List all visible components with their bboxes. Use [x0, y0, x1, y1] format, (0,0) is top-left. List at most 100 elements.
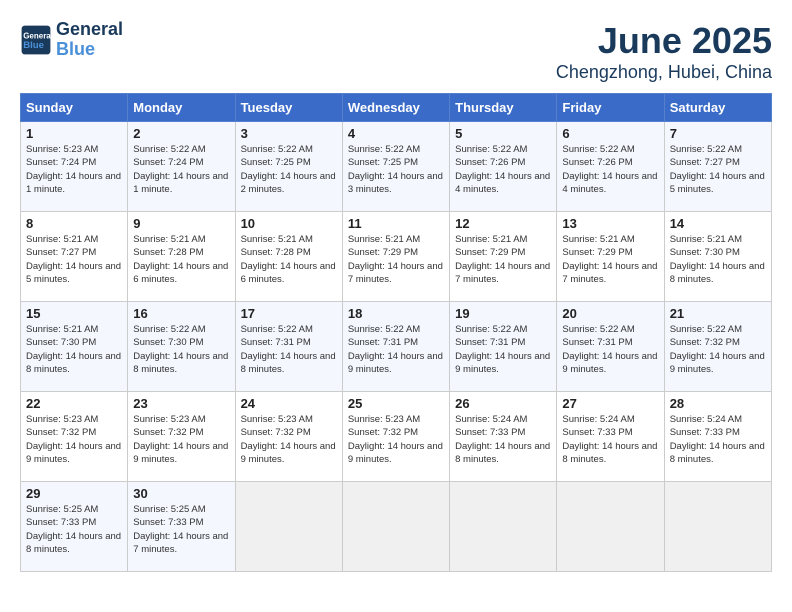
table-row: 1 Sunrise: 5:23 AMSunset: 7:24 PMDayligh… — [21, 122, 128, 212]
table-row: 24 Sunrise: 5:23 AMSunset: 7:32 PMDaylig… — [235, 392, 342, 482]
table-row: 26 Sunrise: 5:24 AMSunset: 7:33 PMDaylig… — [450, 392, 557, 482]
logo-icon: General Blue — [20, 24, 52, 56]
day-number: 27 — [562, 396, 658, 411]
table-row: 30 Sunrise: 5:25 AMSunset: 7:33 PMDaylig… — [128, 482, 235, 572]
day-number: 17 — [241, 306, 337, 321]
calendar-week-row: 8 Sunrise: 5:21 AMSunset: 7:27 PMDayligh… — [21, 212, 772, 302]
table-row: 23 Sunrise: 5:23 AMSunset: 7:32 PMDaylig… — [128, 392, 235, 482]
day-number: 24 — [241, 396, 337, 411]
day-info: Sunrise: 5:23 AMSunset: 7:32 PMDaylight:… — [133, 414, 228, 465]
day-number: 3 — [241, 126, 337, 141]
day-number: 11 — [348, 216, 444, 231]
day-info: Sunrise: 5:24 AMSunset: 7:33 PMDaylight:… — [455, 414, 550, 465]
day-info: Sunrise: 5:22 AMSunset: 7:24 PMDaylight:… — [133, 144, 228, 195]
table-row: 29 Sunrise: 5:25 AMSunset: 7:33 PMDaylig… — [21, 482, 128, 572]
table-row: 8 Sunrise: 5:21 AMSunset: 7:27 PMDayligh… — [21, 212, 128, 302]
header-friday: Friday — [557, 94, 664, 122]
svg-text:Blue: Blue — [23, 40, 44, 51]
day-info: Sunrise: 5:22 AMSunset: 7:27 PMDaylight:… — [670, 144, 765, 195]
table-row: 11 Sunrise: 5:21 AMSunset: 7:29 PMDaylig… — [342, 212, 449, 302]
day-number: 2 — [133, 126, 229, 141]
day-number: 12 — [455, 216, 551, 231]
calendar-subtitle: Chengzhong, Hubei, China — [556, 62, 772, 83]
header-sunday: Sunday — [21, 94, 128, 122]
title-area: June 2025 Chengzhong, Hubei, China — [556, 20, 772, 83]
calendar-week-row: 1 Sunrise: 5:23 AMSunset: 7:24 PMDayligh… — [21, 122, 772, 212]
day-number: 23 — [133, 396, 229, 411]
logo: General Blue GeneralBlue — [20, 20, 123, 60]
calendar-week-row: 29 Sunrise: 5:25 AMSunset: 7:33 PMDaylig… — [21, 482, 772, 572]
table-row: 27 Sunrise: 5:24 AMSunset: 7:33 PMDaylig… — [557, 392, 664, 482]
day-info: Sunrise: 5:22 AMSunset: 7:31 PMDaylight:… — [562, 324, 657, 375]
table-row: 3 Sunrise: 5:22 AMSunset: 7:25 PMDayligh… — [235, 122, 342, 212]
table-row — [664, 482, 771, 572]
day-number: 20 — [562, 306, 658, 321]
day-info: Sunrise: 5:21 AMSunset: 7:28 PMDaylight:… — [133, 234, 228, 285]
table-row — [557, 482, 664, 572]
day-number: 30 — [133, 486, 229, 501]
table-row: 12 Sunrise: 5:21 AMSunset: 7:29 PMDaylig… — [450, 212, 557, 302]
day-info: Sunrise: 5:23 AMSunset: 7:32 PMDaylight:… — [348, 414, 443, 465]
table-row: 9 Sunrise: 5:21 AMSunset: 7:28 PMDayligh… — [128, 212, 235, 302]
header-wednesday: Wednesday — [342, 94, 449, 122]
day-info: Sunrise: 5:22 AMSunset: 7:32 PMDaylight:… — [670, 324, 765, 375]
day-info: Sunrise: 5:23 AMSunset: 7:32 PMDaylight:… — [241, 414, 336, 465]
svg-text:General: General — [23, 31, 52, 40]
table-row: 20 Sunrise: 5:22 AMSunset: 7:31 PMDaylig… — [557, 302, 664, 392]
day-info: Sunrise: 5:22 AMSunset: 7:26 PMDaylight:… — [562, 144, 657, 195]
day-number: 6 — [562, 126, 658, 141]
day-info: Sunrise: 5:22 AMSunset: 7:31 PMDaylight:… — [241, 324, 336, 375]
table-row: 10 Sunrise: 5:21 AMSunset: 7:28 PMDaylig… — [235, 212, 342, 302]
table-row: 21 Sunrise: 5:22 AMSunset: 7:32 PMDaylig… — [664, 302, 771, 392]
table-row: 2 Sunrise: 5:22 AMSunset: 7:24 PMDayligh… — [128, 122, 235, 212]
table-row: 15 Sunrise: 5:21 AMSunset: 7:30 PMDaylig… — [21, 302, 128, 392]
day-info: Sunrise: 5:22 AMSunset: 7:31 PMDaylight:… — [348, 324, 443, 375]
calendar-title: June 2025 — [556, 20, 772, 62]
day-number: 18 — [348, 306, 444, 321]
table-row — [450, 482, 557, 572]
day-info: Sunrise: 5:21 AMSunset: 7:27 PMDaylight:… — [26, 234, 121, 285]
day-number: 5 — [455, 126, 551, 141]
day-info: Sunrise: 5:25 AMSunset: 7:33 PMDaylight:… — [26, 504, 121, 555]
day-info: Sunrise: 5:23 AMSunset: 7:32 PMDaylight:… — [26, 414, 121, 465]
table-row: 7 Sunrise: 5:22 AMSunset: 7:27 PMDayligh… — [664, 122, 771, 212]
header: General Blue GeneralBlue June 2025 Cheng… — [20, 20, 772, 83]
day-info: Sunrise: 5:21 AMSunset: 7:30 PMDaylight:… — [26, 324, 121, 375]
day-info: Sunrise: 5:21 AMSunset: 7:30 PMDaylight:… — [670, 234, 765, 285]
table-row — [235, 482, 342, 572]
table-row: 17 Sunrise: 5:22 AMSunset: 7:31 PMDaylig… — [235, 302, 342, 392]
calendar-week-row: 22 Sunrise: 5:23 AMSunset: 7:32 PMDaylig… — [21, 392, 772, 482]
header-monday: Monday — [128, 94, 235, 122]
day-number: 22 — [26, 396, 122, 411]
day-info: Sunrise: 5:21 AMSunset: 7:29 PMDaylight:… — [455, 234, 550, 285]
calendar-week-row: 15 Sunrise: 5:21 AMSunset: 7:30 PMDaylig… — [21, 302, 772, 392]
table-row: 13 Sunrise: 5:21 AMSunset: 7:29 PMDaylig… — [557, 212, 664, 302]
calendar-table: Sunday Monday Tuesday Wednesday Thursday… — [20, 93, 772, 572]
day-number: 10 — [241, 216, 337, 231]
day-number: 16 — [133, 306, 229, 321]
day-info: Sunrise: 5:21 AMSunset: 7:29 PMDaylight:… — [348, 234, 443, 285]
table-row: 14 Sunrise: 5:21 AMSunset: 7:30 PMDaylig… — [664, 212, 771, 302]
day-info: Sunrise: 5:22 AMSunset: 7:25 PMDaylight:… — [348, 144, 443, 195]
day-number: 7 — [670, 126, 766, 141]
header-saturday: Saturday — [664, 94, 771, 122]
day-info: Sunrise: 5:21 AMSunset: 7:28 PMDaylight:… — [241, 234, 336, 285]
day-info: Sunrise: 5:24 AMSunset: 7:33 PMDaylight:… — [562, 414, 657, 465]
day-info: Sunrise: 5:22 AMSunset: 7:30 PMDaylight:… — [133, 324, 228, 375]
weekday-header-row: Sunday Monday Tuesday Wednesday Thursday… — [21, 94, 772, 122]
table-row: 4 Sunrise: 5:22 AMSunset: 7:25 PMDayligh… — [342, 122, 449, 212]
day-number: 8 — [26, 216, 122, 231]
day-info: Sunrise: 5:22 AMSunset: 7:25 PMDaylight:… — [241, 144, 336, 195]
day-info: Sunrise: 5:22 AMSunset: 7:26 PMDaylight:… — [455, 144, 550, 195]
day-info: Sunrise: 5:21 AMSunset: 7:29 PMDaylight:… — [562, 234, 657, 285]
table-row: 6 Sunrise: 5:22 AMSunset: 7:26 PMDayligh… — [557, 122, 664, 212]
table-row: 22 Sunrise: 5:23 AMSunset: 7:32 PMDaylig… — [21, 392, 128, 482]
table-row: 16 Sunrise: 5:22 AMSunset: 7:30 PMDaylig… — [128, 302, 235, 392]
table-row — [342, 482, 449, 572]
day-number: 13 — [562, 216, 658, 231]
header-tuesday: Tuesday — [235, 94, 342, 122]
day-info: Sunrise: 5:24 AMSunset: 7:33 PMDaylight:… — [670, 414, 765, 465]
day-number: 26 — [455, 396, 551, 411]
day-number: 15 — [26, 306, 122, 321]
day-number: 1 — [26, 126, 122, 141]
